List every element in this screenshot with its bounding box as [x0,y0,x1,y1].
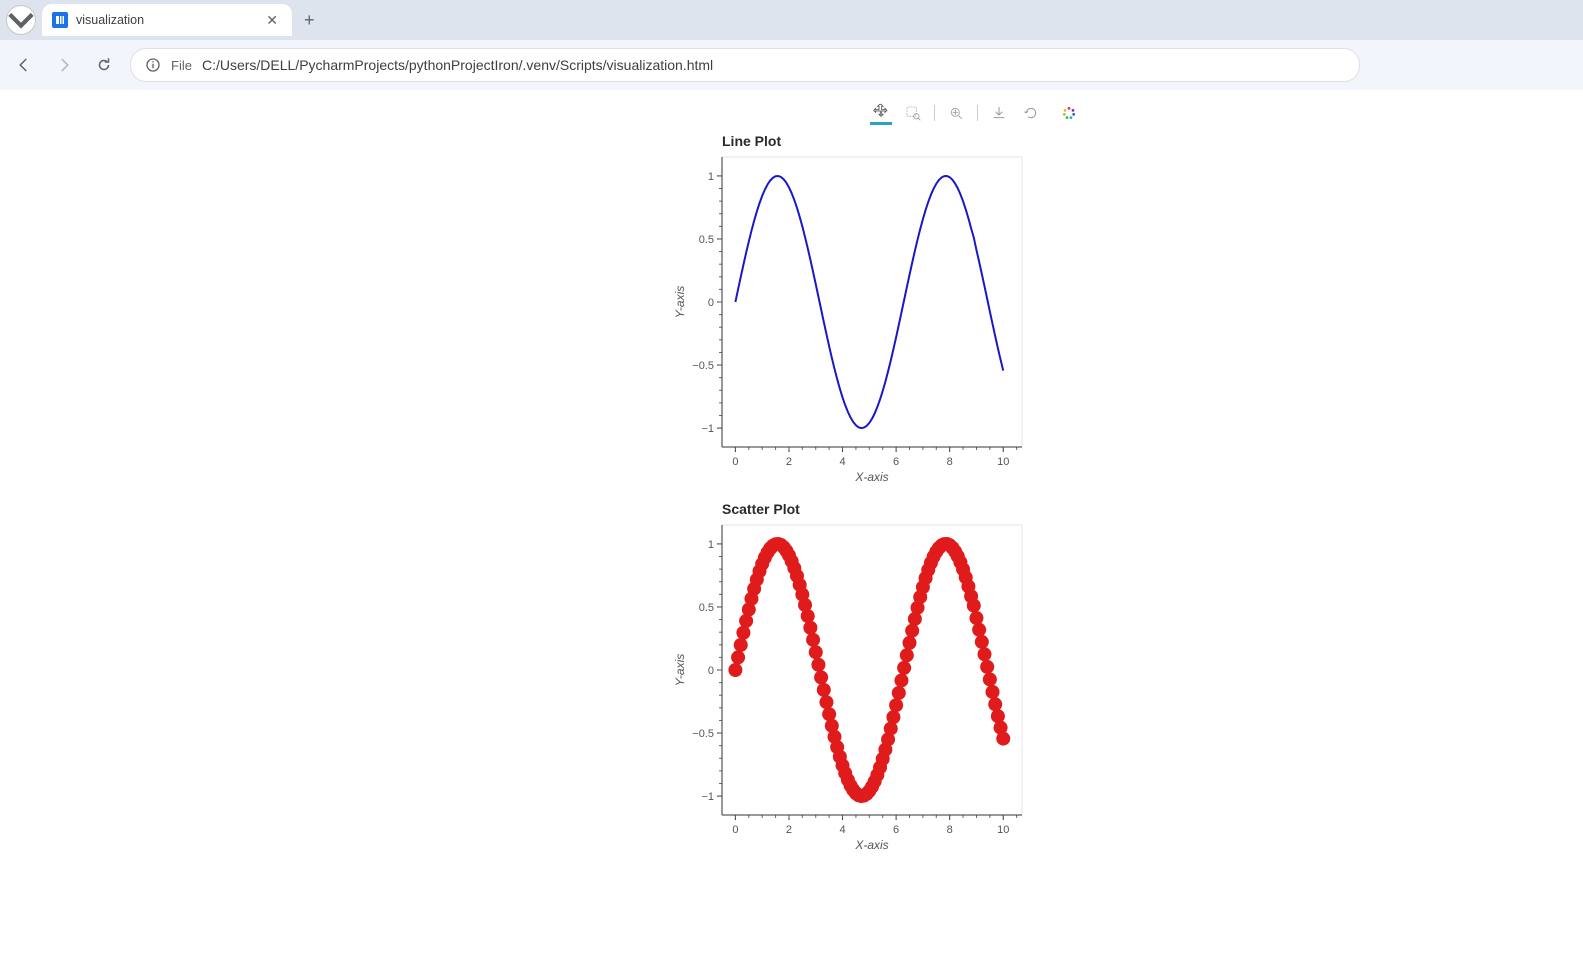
scatter-plot: Scatter Plot −1−0.500.510246810X-axisY-a… [670,497,1583,859]
svg-text:8: 8 [947,824,953,836]
file-badge: File [171,58,192,73]
svg-text:2: 2 [786,824,792,836]
plot-title: Line Plot [670,129,1583,151]
toolbar-separator [934,105,935,121]
svg-text:−0.5: −0.5 [692,360,714,372]
site-info-icon[interactable] [145,57,161,73]
line-plot: Line Plot −1−0.500.510246810X-axisY-axis [670,129,1583,491]
tab-strip: visualization ✕ + [0,0,1583,40]
forward-button[interactable] [50,51,78,79]
back-button[interactable] [10,51,38,79]
svg-text:8: 8 [947,456,953,468]
svg-text:6: 6 [893,824,899,836]
new-tab-button[interactable]: + [298,10,321,31]
svg-text:Y-axis: Y-axis [673,654,687,686]
svg-text:6: 6 [893,456,899,468]
svg-text:−1: −1 [701,791,714,803]
scatter-plot-canvas[interactable]: −1−0.500.510246810X-axisY-axis [670,519,1030,859]
bokeh-toolbar [670,98,1583,129]
svg-text:0: 0 [708,665,714,677]
svg-text:−0.5: −0.5 [692,728,714,740]
svg-text:0: 0 [732,824,738,836]
svg-text:4: 4 [839,456,845,468]
browser-chrome: visualization ✕ + File C:/Users/DELL/Pyc… [0,0,1583,90]
plot-column: Line Plot −1−0.500.510246810X-axisY-axis… [670,98,1583,859]
svg-text:10: 10 [997,456,1009,468]
pan-tool[interactable] [870,100,892,125]
svg-text:1: 1 [708,539,714,551]
svg-text:0.5: 0.5 [699,234,714,246]
tab-title: visualization [76,13,254,27]
svg-text:0: 0 [708,297,714,309]
wheel-zoom-tool[interactable] [945,102,967,124]
save-tool[interactable] [988,102,1010,124]
svg-text:1: 1 [708,171,714,183]
toolbar-separator [977,105,978,121]
nav-bar: File C:/Users/DELL/PycharmProjects/pytho… [0,40,1583,90]
plot-title: Scatter Plot [670,497,1583,519]
url-text: C:/Users/DELL/PycharmProjects/pythonProj… [202,57,713,73]
svg-text:X-axis: X-axis [854,838,888,852]
svg-text:X-axis: X-axis [854,470,888,484]
reload-button[interactable] [90,51,118,79]
tab-search-button[interactable] [6,5,36,35]
address-bar[interactable]: File C:/Users/DELL/PycharmProjects/pytho… [130,48,1360,82]
box-zoom-tool[interactable] [902,102,924,124]
svg-text:10: 10 [997,824,1009,836]
svg-text:0.5: 0.5 [699,602,714,614]
line-plot-canvas[interactable]: −1−0.500.510246810X-axisY-axis [670,151,1030,491]
bokeh-favicon [52,12,68,28]
browser-tab[interactable]: visualization ✕ [42,4,292,36]
bokeh-logo-icon[interactable] [1058,102,1080,124]
tab-close-button[interactable]: ✕ [262,10,282,31]
page-content: Line Plot −1−0.500.510246810X-axisY-axis… [0,90,1583,905]
svg-text:4: 4 [839,824,845,836]
svg-text:−1: −1 [701,423,714,435]
svg-text:Y-axis: Y-axis [673,286,687,318]
svg-text:0: 0 [732,456,738,468]
svg-text:2: 2 [786,456,792,468]
reset-tool[interactable] [1020,102,1042,124]
